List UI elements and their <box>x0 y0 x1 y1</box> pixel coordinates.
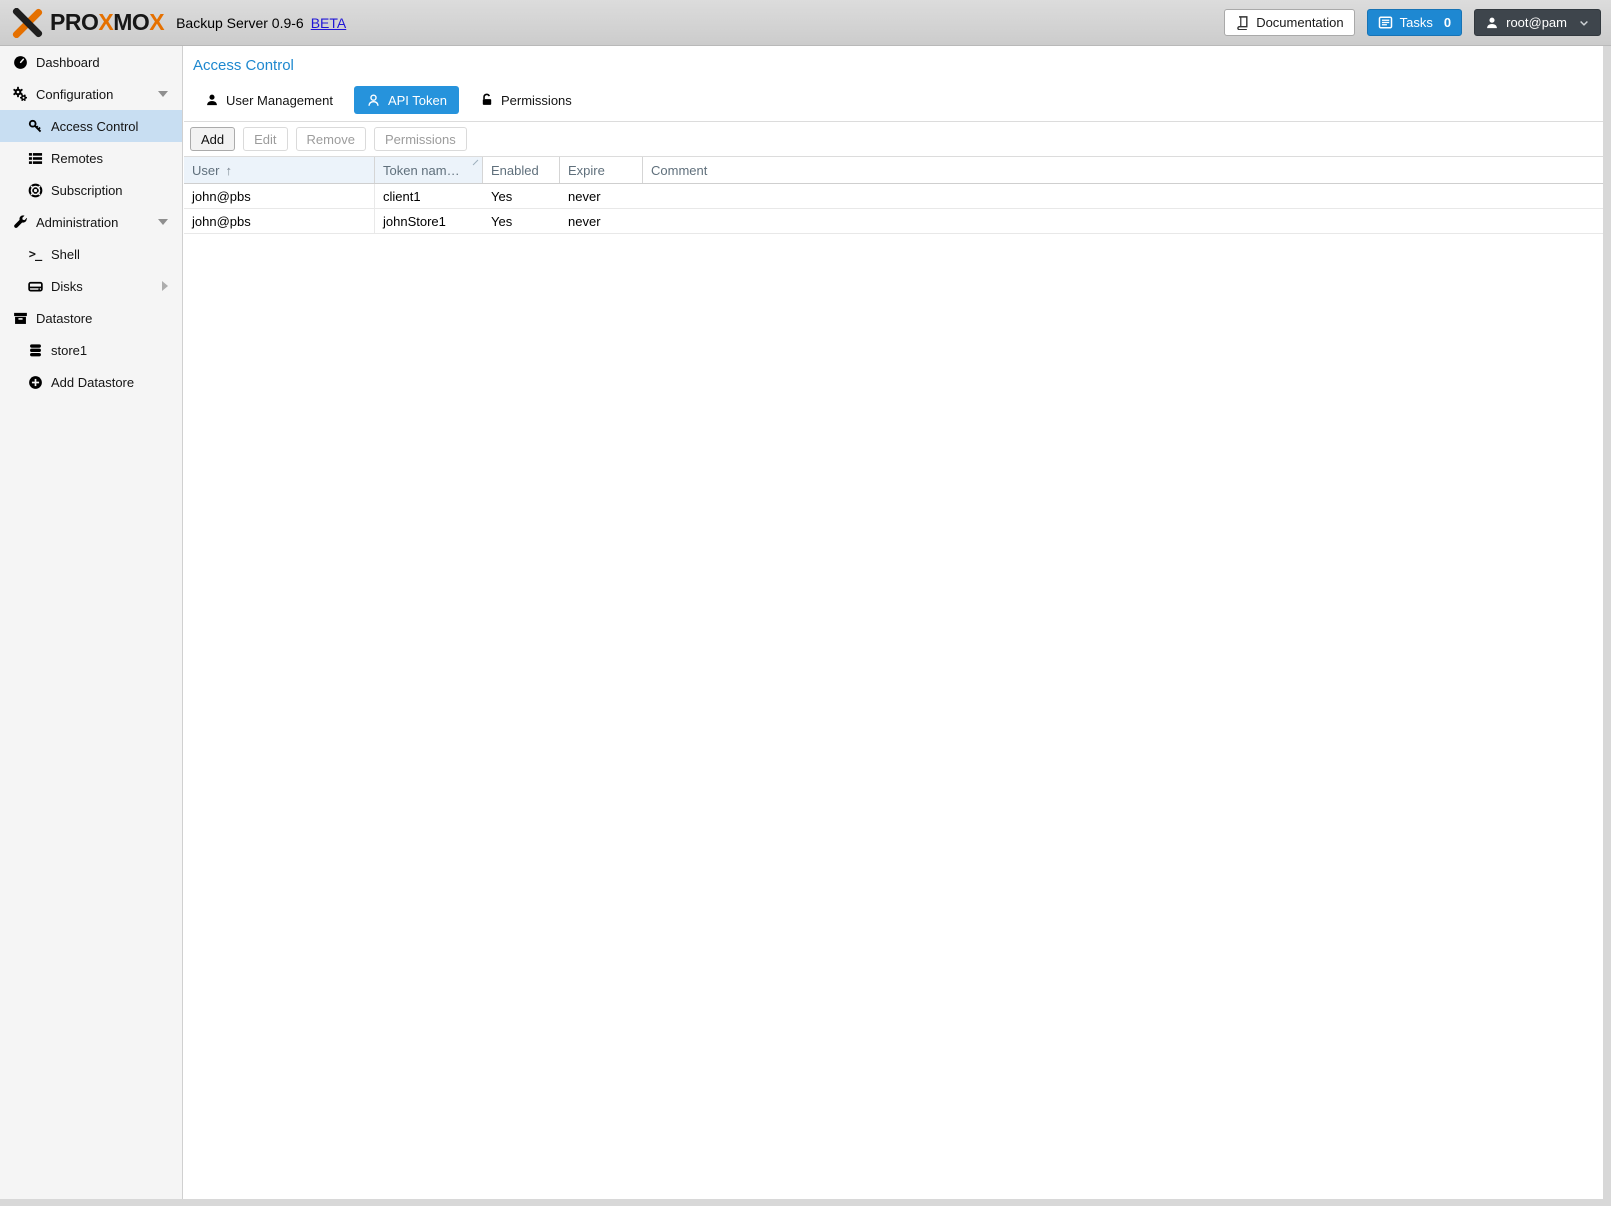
cell-comment <box>643 209 1603 233</box>
add-button[interactable]: Add <box>190 127 235 151</box>
column-header-enabled[interactable]: Enabled <box>483 157 560 183</box>
edit-button[interactable]: Edit <box>243 127 287 151</box>
user-menu-button[interactable]: root@pam <box>1474 9 1601 36</box>
server-list-icon <box>27 150 43 166</box>
sidebar: Dashboard Configuration <box>0 46 183 1199</box>
frame-edge-bottom <box>0 1199 1611 1206</box>
page-title: Access Control <box>184 46 1603 74</box>
sidebar-item-dashboard[interactable]: Dashboard <box>0 46 182 78</box>
cell-comment <box>643 184 1603 208</box>
hdd-icon <box>27 278 43 294</box>
collapse-arrow-icon[interactable] <box>158 91 168 97</box>
tab-bar: User Management API Token Permissions <box>184 74 1603 121</box>
database-icon <box>27 342 43 358</box>
table-row[interactable]: john@pbs johnStore1 Yes never <box>184 209 1603 234</box>
expand-arrow-icon[interactable] <box>162 281 168 291</box>
sidebar-item-administration[interactable]: Administration <box>0 206 182 238</box>
grid-toolbar: Add Edit Remove Permissions <box>184 121 1603 157</box>
gauge-icon <box>12 54 28 70</box>
cell-user: john@pbs <box>184 184 375 208</box>
product-title: Backup Server 0.9-6 <box>176 15 304 31</box>
cell-user: john@pbs <box>184 209 375 233</box>
main-content: Access Control User Management API Token… <box>184 46 1603 1199</box>
archive-box-icon <box>12 310 28 326</box>
permissions-button[interactable]: Permissions <box>374 127 467 151</box>
chevron-down-icon <box>1578 17 1590 29</box>
column-header-user[interactable]: User ↑ <box>184 157 375 183</box>
cell-token-name: johnStore1 <box>375 209 483 233</box>
column-header-comment[interactable]: Comment <box>643 157 1603 183</box>
gears-icon <box>12 86 28 102</box>
tab-permissions[interactable]: Permissions <box>468 86 584 114</box>
column-header-expire[interactable]: Expire <box>560 157 643 183</box>
proxmox-wordmark: PROXMOX <box>50 9 164 36</box>
sidebar-item-add-datastore[interactable]: Add Datastore <box>0 366 182 398</box>
sidebar-item-disks[interactable]: Disks <box>0 270 182 302</box>
tab-user-management[interactable]: User Management <box>193 86 345 114</box>
sidebar-item-store1[interactable]: store1 <box>0 334 182 366</box>
key-icon <box>27 118 43 134</box>
column-header-token-name[interactable]: Token nam… <box>375 157 483 183</box>
cell-expire: never <box>560 209 643 233</box>
book-icon <box>1235 16 1249 30</box>
cell-token-name: client1 <box>375 184 483 208</box>
plus-circle-icon <box>27 374 43 390</box>
sidebar-item-access-control[interactable]: Access Control <box>0 110 182 142</box>
sidebar-item-shell[interactable]: >_ Shell <box>0 238 182 270</box>
table-header: User ↑ Token nam… Enabled Expire Comment <box>184 157 1603 184</box>
sort-asc-icon: ↑ <box>225 163 232 178</box>
proxmox-logo: PROXMOX <box>10 8 164 38</box>
frame-edge-right <box>1603 46 1611 1206</box>
terminal-icon: >_ <box>27 246 43 262</box>
cell-enabled: Yes <box>483 209 560 233</box>
user-icon <box>1485 16 1499 30</box>
remove-button[interactable]: Remove <box>296 127 366 151</box>
cell-enabled: Yes <box>483 184 560 208</box>
proxmox-x-icon <box>10 8 44 38</box>
beta-link[interactable]: BETA <box>311 15 347 31</box>
tasks-button[interactable]: Tasks 0 <box>1367 9 1462 36</box>
documentation-button[interactable]: Documentation <box>1224 9 1354 36</box>
user-icon <box>205 93 219 107</box>
sidebar-item-configuration[interactable]: Configuration <box>0 78 182 110</box>
tasks-count-badge: 0 <box>1444 15 1451 30</box>
column-grip-icon <box>473 160 479 166</box>
lifebuoy-icon <box>27 182 43 198</box>
cell-expire: never <box>560 184 643 208</box>
sidebar-item-datastore[interactable]: Datastore <box>0 302 182 334</box>
user-outline-icon <box>366 93 381 108</box>
sidebar-item-subscription[interactable]: Subscription <box>0 174 182 206</box>
collapse-arrow-icon[interactable] <box>158 219 168 225</box>
top-bar: PROXMOX Backup Server 0.9-6 BETA Documen… <box>0 0 1611 46</box>
wrench-icon <box>12 214 28 230</box>
tab-api-token[interactable]: API Token <box>354 86 459 114</box>
sidebar-item-remotes[interactable]: Remotes <box>0 142 182 174</box>
table-row[interactable]: john@pbs client1 Yes never <box>184 184 1603 209</box>
unlock-icon <box>480 93 494 107</box>
task-list-icon <box>1378 15 1393 30</box>
